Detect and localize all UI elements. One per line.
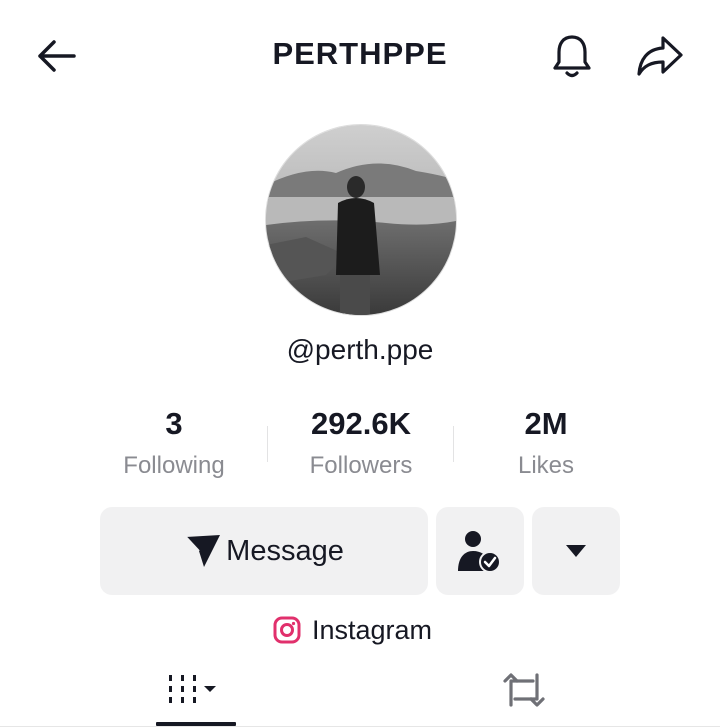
paper-plane-icon [185, 535, 221, 567]
more-options-button[interactable] [532, 507, 620, 595]
likes-count: 2M [524, 406, 568, 441]
following-count: 3 [165, 406, 183, 441]
back-button[interactable] [30, 34, 82, 78]
profile-photo [266, 125, 456, 315]
stat-following[interactable]: 3 Following [84, 404, 264, 486]
message-button[interactable]: Message [100, 507, 428, 595]
tab-videos[interactable] [156, 660, 236, 720]
bell-icon [553, 35, 591, 78]
following-label: Following [123, 452, 225, 479]
share-button[interactable] [632, 30, 688, 82]
top-bar: PERTHPPE [0, 0, 720, 112]
tabs-divider [0, 726, 720, 727]
stat-followers[interactable]: 292.6K Followers [271, 404, 451, 486]
avatar[interactable] [265, 124, 457, 316]
share-arrow-icon [637, 36, 683, 76]
caret-down-icon [566, 545, 586, 557]
stat-divider [267, 426, 268, 462]
tab-reposts[interactable] [484, 660, 564, 720]
notification-button[interactable] [546, 30, 598, 82]
repost-icon [503, 673, 545, 707]
content-tabs [0, 660, 720, 728]
profile-handle: @perth.ppe [286, 334, 434, 365]
followers-label: Followers [309, 452, 413, 479]
grid-icon [169, 675, 216, 703]
page-title: PERTHPPE [272, 36, 448, 71]
message-label: Message [226, 534, 344, 567]
likes-label: Likes [517, 452, 575, 479]
arrow-left-icon [38, 40, 76, 72]
stat-likes[interactable]: 2M Likes [456, 404, 636, 486]
stats-row: 3 Following 292.6K Followers 2M Likes [82, 404, 638, 488]
instagram-icon [273, 616, 301, 644]
followers-count: 292.6K [311, 406, 411, 441]
instagram-label: Instagram [312, 614, 433, 645]
instagram-link[interactable]: Instagram [272, 612, 432, 648]
stat-divider [453, 426, 454, 462]
friend-status-button[interactable] [436, 507, 524, 595]
person-check-icon [458, 531, 501, 573]
